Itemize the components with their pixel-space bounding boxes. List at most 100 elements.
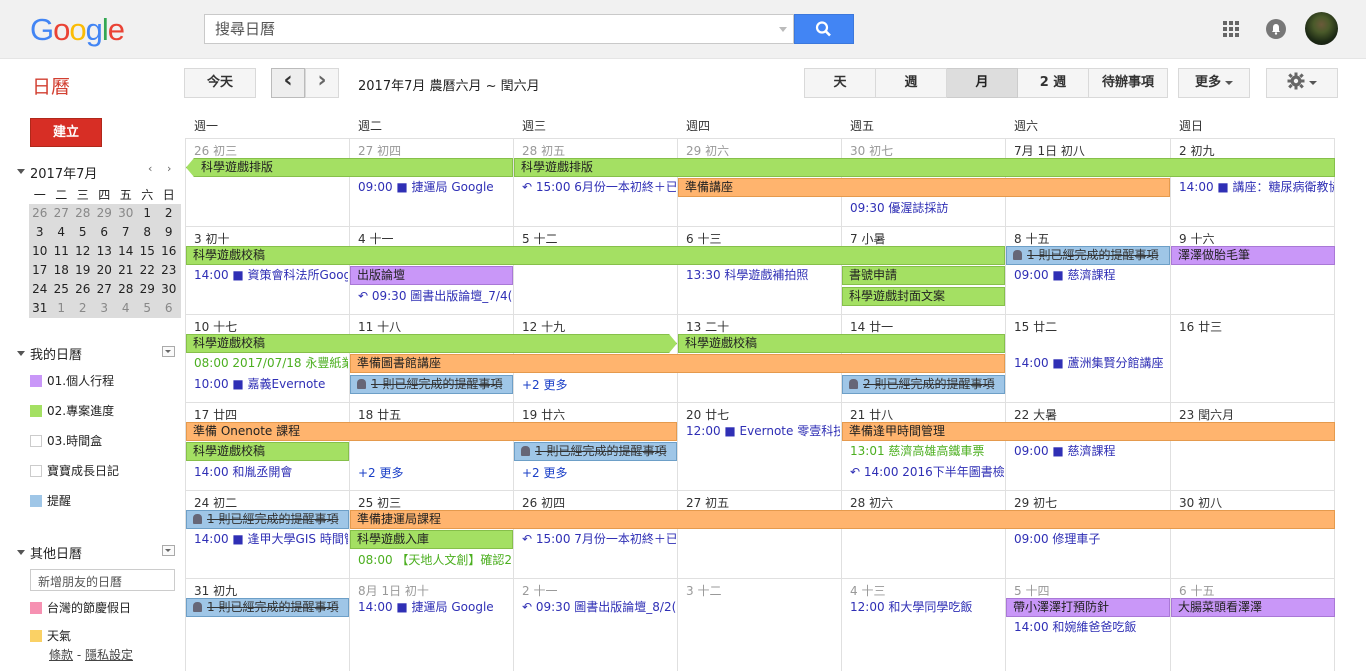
all-day-event[interactable]: 準備捷運局課程 <box>350 510 1335 529</box>
day-number[interactable]: 11 十八 <box>358 318 401 335</box>
day-number[interactable]: 12 十九 <box>522 318 565 335</box>
day-number[interactable]: 20 廿七 <box>686 406 729 423</box>
day-number[interactable]: 17 廿四 <box>194 406 237 423</box>
timed-event[interactable]: 14:00 和胤丞開會 <box>194 464 348 480</box>
mini-day[interactable]: 11 <box>51 242 73 261</box>
view-day-button[interactable]: 天 <box>804 68 876 98</box>
day-number[interactable]: 30 初八 <box>1179 494 1222 511</box>
day-number[interactable]: 27 初五 <box>686 494 729 511</box>
all-day-event[interactable]: 準備講座 <box>678 178 1170 197</box>
day-number[interactable]: 26 初四 <box>522 494 565 511</box>
collapse-other-calendars-icon[interactable] <box>17 550 25 555</box>
mini-day[interactable]: 26 <box>72 280 94 299</box>
calendar-item[interactable]: 提醒 <box>30 493 71 509</box>
mini-day[interactable]: 1 <box>137 204 159 223</box>
calendar-item[interactable]: 寶寶成長日記 <box>30 463 119 479</box>
all-day-event[interactable]: 科學遊戲校稿 <box>186 442 349 461</box>
terms-link[interactable]: 條款 <box>49 648 73 662</box>
timed-event[interactable]: 10:00 ■ 嘉義Evernote <box>194 376 348 392</box>
all-day-event[interactable]: 科學遊戲入庫 <box>350 530 513 549</box>
mini-day[interactable]: 20 <box>94 261 116 280</box>
day-number[interactable]: 6 十三 <box>686 230 721 247</box>
day-number[interactable]: 2 十一 <box>522 582 557 599</box>
timed-event[interactable]: 13:30 科學遊戲補拍照 <box>686 267 840 283</box>
completed-reminders-chip[interactable]: 1 則已經完成的提醒事項 <box>350 375 513 394</box>
more-events-link[interactable]: +2 更多 <box>358 464 404 481</box>
calendar-item[interactable]: 02.專案進度 <box>30 403 114 419</box>
mini-day[interactable]: 16 <box>158 242 180 261</box>
day-number[interactable]: 30 初七 <box>850 142 893 159</box>
day-number[interactable]: 25 初三 <box>358 494 401 511</box>
timed-event[interactable]: 14:00 ■ 捷運局 Google <box>358 599 512 615</box>
day-number[interactable]: 6 十五 <box>1179 582 1214 599</box>
timed-event[interactable]: 08:00 2017/07/18 永豐紙業 認 <box>194 355 348 371</box>
mini-day[interactable]: 10 <box>29 242 51 261</box>
all-day-event[interactable]: 科學遊戲排版 <box>514 158 1335 177</box>
mini-next-month-icon[interactable]: › <box>167 162 171 175</box>
prev-period-button[interactable]: ‹ <box>271 68 305 98</box>
timed-event[interactable]: ↶ 15:00 6月份一本初終＋已 <box>522 179 676 195</box>
mini-day[interactable]: 22 <box>137 261 159 280</box>
mini-day[interactable]: 18 <box>51 261 73 280</box>
timed-event[interactable]: ↶ 09:30 圖書出版論壇_7/4(二 <box>358 288 512 304</box>
next-period-button[interactable]: › <box>305 68 339 98</box>
notifications-bell-icon[interactable] <box>1266 19 1286 39</box>
all-day-event[interactable]: 準備逢甲時間管理 <box>842 422 1335 441</box>
mini-day[interactable]: 2 <box>72 299 94 318</box>
day-number[interactable]: 28 初六 <box>850 494 893 511</box>
day-number[interactable]: 4 十一 <box>358 230 393 247</box>
timed-event[interactable]: 09:00 修理車子 <box>1014 531 1169 547</box>
all-day-event[interactable]: 科學遊戲校稿 <box>186 246 1005 265</box>
all-day-event[interactable]: 書號申請 <box>842 266 1005 285</box>
day-number[interactable]: 24 初二 <box>194 494 237 511</box>
day-number[interactable]: 14 廿一 <box>850 318 893 335</box>
mini-day[interactable]: 1 <box>51 299 73 318</box>
timed-event[interactable]: 14:00 ■ 逢甲大學GIS 時間管 <box>194 531 348 547</box>
timed-event[interactable]: 14:00 ■ 資策會科法所Google <box>194 267 348 283</box>
google-logo[interactable]: Google <box>30 12 125 48</box>
more-button[interactable]: 更多 <box>1178 68 1250 98</box>
calendar-item[interactable]: 天氣 <box>30 628 71 644</box>
day-number[interactable]: 21 廿八 <box>850 406 893 423</box>
mini-day[interactable]: 3 <box>94 299 116 318</box>
mini-day[interactable]: 25 <box>51 280 73 299</box>
day-number[interactable]: 13 二十 <box>686 318 729 335</box>
mini-day[interactable]: 31 <box>29 299 51 318</box>
today-button[interactable]: 今天 <box>184 68 256 98</box>
create-event-button[interactable]: 建立 <box>30 118 102 147</box>
completed-reminders-chip[interactable]: 1 則已經完成的提醒事項 <box>514 442 677 461</box>
my-calendars-menu-button[interactable] <box>162 346 175 357</box>
timed-event[interactable]: ↶ 15:00 7月份一本初終＋已 <box>522 531 676 547</box>
completed-reminders-chip[interactable]: 1 則已經完成的提醒事項 <box>186 510 349 529</box>
timed-event[interactable]: ↶ 09:30 圖書出版論壇_8/2(三 <box>522 599 676 615</box>
completed-reminders-chip[interactable]: 1 則已經完成的提醒事項 <box>1006 246 1170 265</box>
mini-day[interactable]: 6 <box>94 223 116 242</box>
day-number[interactable]: 15 廿二 <box>1014 318 1057 335</box>
mini-day[interactable]: 4 <box>115 299 137 318</box>
account-avatar[interactable] <box>1305 12 1338 45</box>
mini-day[interactable]: 27 <box>51 204 73 223</box>
all-day-event[interactable]: 準備圖書館講座 <box>350 354 1005 373</box>
view-agenda-button[interactable]: 待辦事項 <box>1089 68 1168 98</box>
add-friend-calendar-input[interactable]: 新增朋友的日曆 <box>30 569 175 591</box>
calendar-item[interactable]: 01.個人行程 <box>30 373 114 389</box>
all-day-event[interactable]: 科學遊戲排版 <box>186 158 513 177</box>
day-number[interactable]: 3 初十 <box>194 230 229 247</box>
day-number[interactable]: 27 初四 <box>358 142 401 159</box>
all-day-event[interactable]: 大腸菜頭看澤澤 <box>1171 598 1335 617</box>
mini-day[interactable]: 27 <box>94 280 116 299</box>
mini-day[interactable]: 21 <box>115 261 137 280</box>
day-number[interactable]: 19 廿六 <box>522 406 565 423</box>
day-number[interactable]: 5 十二 <box>522 230 557 247</box>
day-number[interactable]: 10 十七 <box>194 318 237 335</box>
day-number[interactable]: 26 初三 <box>194 142 237 159</box>
mini-day[interactable]: 14 <box>115 242 137 261</box>
mini-prev-month-icon[interactable]: ‹ <box>148 162 152 175</box>
mini-day[interactable]: 30 <box>158 280 180 299</box>
all-day-event[interactable]: 出版論壇 <box>350 266 513 285</box>
timed-event[interactable]: 09:00 ■ 慈濟課程 <box>1014 443 1169 459</box>
other-calendars-menu-button[interactable] <box>162 545 175 556</box>
timed-event[interactable]: 12:00 ■ Evernote 零壹科技課 <box>686 423 840 439</box>
timed-event[interactable]: 08:00 【天地人文創】確認20 <box>358 552 512 568</box>
day-number[interactable]: 7 小暑 <box>850 230 885 247</box>
